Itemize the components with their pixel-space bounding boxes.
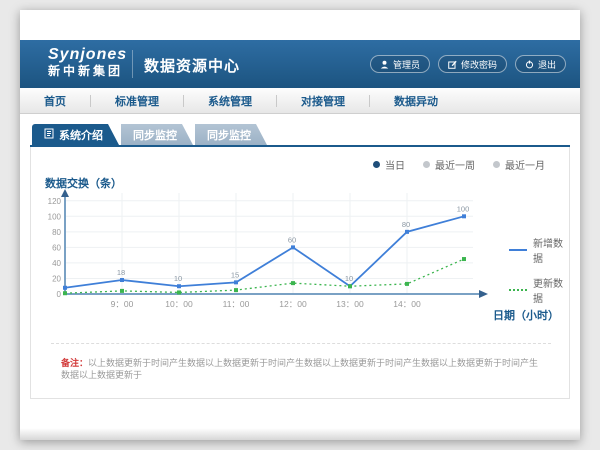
user-toolbar: 管理员 修改密码 退出 [370, 55, 566, 73]
legend-label: 更新数据 [533, 275, 569, 305]
nav-item-data-change[interactable]: 数据异动 [370, 93, 462, 109]
brand-logo-text: Synjones [48, 46, 127, 64]
logout-label: 退出 [538, 58, 556, 71]
edit-icon [448, 60, 457, 69]
tab-sync-monitor-1[interactable]: 同步监控 [121, 124, 193, 145]
radio-selected-dot [373, 161, 380, 168]
legend-item-updated-data: 更新数据 [509, 275, 569, 305]
legend-line-dotted [509, 289, 527, 291]
svg-text:60: 60 [288, 235, 296, 244]
main-nav: 首页 标准管理 系统管理 对接管理 数据异动 [20, 88, 580, 114]
svg-text:0: 0 [57, 290, 62, 299]
footnote-prefix: 备注： [61, 358, 88, 368]
user-icon [380, 60, 389, 69]
svg-text:14：00: 14：00 [393, 299, 421, 309]
document-icon [44, 128, 54, 142]
radio-label: 最近一周 [435, 157, 475, 172]
radio-label: 当日 [385, 157, 405, 172]
footnote: 备注：以上数据更新于时间产生数据以上数据更新于时间产生数据以上数据更新于时间产生… [61, 357, 541, 381]
header-divider [132, 50, 133, 78]
nav-item-home[interactable]: 首页 [20, 93, 90, 109]
svg-text:20: 20 [52, 274, 61, 283]
nav-item-standard-mgmt[interactable]: 标准管理 [91, 93, 183, 109]
chart-area: 0 20 40 60 80 100 120 9：00 10：00 11：00 12：00 13：00 1… [45, 189, 495, 319]
svg-text:11：00: 11：00 [223, 299, 250, 309]
brand-logo-subtext: 新中新集团 [48, 64, 127, 78]
svg-text:40: 40 [52, 259, 61, 268]
svg-text:60: 60 [52, 243, 61, 252]
nav-item-interface-mgmt[interactable]: 对接管理 [277, 93, 369, 109]
radio-dot [493, 161, 500, 168]
legend-label: 新增数据 [533, 235, 569, 265]
svg-text:100: 100 [48, 212, 62, 221]
admin-user-button[interactable]: 管理员 [370, 55, 430, 73]
time-range-filters: 当日 最近一周 最近一月 [373, 157, 545, 172]
svg-text:15: 15 [231, 270, 239, 279]
app-header: Synjones 新中新集团 数据资源中心 管理员 修改密码 [20, 40, 580, 90]
x-axis-title: 日期（小时） [493, 307, 559, 323]
legend-line-solid [509, 249, 527, 251]
legend-item-new-data: 新增数据 [509, 235, 569, 265]
svg-text:13：00: 13：00 [336, 299, 364, 309]
nav-item-system-mgmt[interactable]: 系统管理 [184, 93, 276, 109]
tab-label: 同步监控 [207, 127, 251, 143]
brand-logo: Synjones 新中新集团 [48, 46, 127, 78]
tab-bar: 系统介绍 同步监控 同步监控 [32, 124, 267, 145]
admin-user-label: 管理员 [393, 58, 420, 71]
chart-legend: 新增数据 更新数据 [509, 235, 569, 305]
svg-text:10：00: 10：00 [165, 299, 193, 309]
radio-dot [423, 161, 430, 168]
browser-chrome-top [20, 10, 580, 41]
radio-last-month[interactable]: 最近一月 [493, 157, 545, 172]
radio-label: 最近一月 [505, 157, 545, 172]
page-title: 数据资源中心 [144, 55, 240, 76]
svg-text:12：00: 12：00 [279, 299, 307, 309]
change-password-label: 修改密码 [461, 58, 497, 71]
radio-today[interactable]: 当日 [373, 157, 405, 172]
svg-text:10: 10 [174, 274, 182, 283]
browser-chrome-bottom [20, 428, 580, 440]
tab-label: 系统介绍 [59, 127, 103, 143]
svg-text:18: 18 [117, 268, 125, 277]
logout-button[interactable]: 退出 [515, 55, 566, 73]
app-window: Synjones 新中新集团 数据资源中心 管理员 修改密码 [20, 10, 580, 440]
chart-panel: 当日 最近一周 最近一月 数据交换（条） 0204060801001209：00… [30, 147, 570, 399]
svg-text:80: 80 [52, 228, 61, 237]
power-icon [525, 60, 534, 69]
change-password-button[interactable]: 修改密码 [438, 55, 507, 73]
footnote-text: 以上数据更新于时间产生数据以上数据更新于时间产生数据以上数据更新于时间产生数据以… [61, 358, 538, 380]
tab-sync-monitor-2[interactable]: 同步监控 [195, 124, 267, 145]
svg-text:120: 120 [48, 197, 62, 206]
svg-text:10: 10 [345, 274, 353, 283]
dashed-separator [51, 343, 551, 344]
line-chart: 0 20 40 60 80 100 120 9：00 10：00 11：00 12：00 13：00 1… [45, 189, 495, 319]
svg-text:100: 100 [457, 204, 470, 213]
svg-text:9：00: 9：00 [111, 299, 134, 309]
tab-label: 同步监控 [133, 127, 177, 143]
svg-text:80: 80 [402, 220, 410, 229]
tab-system-intro[interactable]: 系统介绍 [32, 124, 119, 145]
radio-last-week[interactable]: 最近一周 [423, 157, 475, 172]
